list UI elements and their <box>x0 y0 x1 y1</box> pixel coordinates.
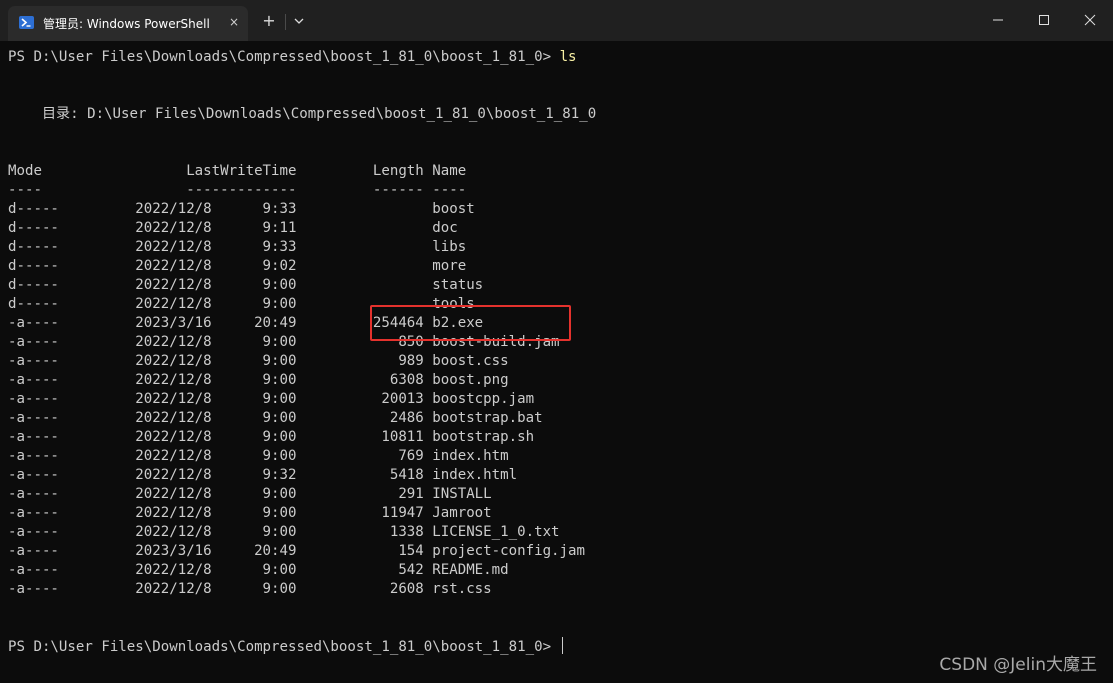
maximize-icon <box>1039 15 1049 25</box>
listing-row: d----- 2022/12/8 9:00 status <box>8 277 484 293</box>
listing-row: -a---- 2022/12/8 9:00 542 README.md <box>8 562 509 578</box>
prompt-line[interactable]: PS D:\User Files\Downloads\Compressed\bo… <box>8 637 563 656</box>
listing-row: -a---- 2022/12/8 9:00 989 boost.css <box>8 353 509 369</box>
listing-row: -a---- 2022/12/8 9:00 10811 bootstrap.sh <box>8 429 535 445</box>
close-icon <box>1084 14 1096 26</box>
listing-row: -a---- 2022/12/8 9:00 2608 rst.css <box>8 581 492 597</box>
listing-row: d----- 2022/12/8 9:11 doc <box>8 220 458 236</box>
maximize-button[interactable] <box>1021 0 1067 40</box>
listing-row: -a---- 2022/12/8 9:00 1338 LICENSE_1_0.t… <box>8 524 560 540</box>
listing-row: -a---- 2022/12/8 9:00 2486 bootstrap.bat <box>8 410 543 426</box>
plus-icon[interactable]: + <box>259 11 279 31</box>
listing-row: d----- 2022/12/8 9:02 more <box>8 258 467 274</box>
tab-divider <box>285 14 286 30</box>
listing-row: -a---- 2022/12/8 9:00 11947 Jamroot <box>8 505 492 521</box>
text-cursor <box>561 637 563 654</box>
listing-header-rule: ---- ------------- ------ ---- <box>8 182 467 198</box>
minimize-icon <box>993 19 1003 21</box>
chevron-down-icon[interactable] <box>290 12 308 30</box>
listing-row: -a---- 2022/12/8 9:00 769 index.htm <box>8 448 509 464</box>
prompt-text: PS D:\User Files\Downloads\Compressed\bo… <box>8 639 552 655</box>
listing-row: -a---- 2023/3/16 20:49 154 project-confi… <box>8 543 585 559</box>
terminal-output[interactable]: PS D:\User Files\Downloads\Compressed\bo… <box>0 41 1113 683</box>
command-text: ls <box>559 49 577 65</box>
watermark: CSDN @Jelin大魔王 <box>939 655 1097 675</box>
close-icon[interactable]: × <box>225 13 243 31</box>
prompt-line: PS D:\User Files\Downloads\Compressed\bo… <box>8 48 577 67</box>
listing-row: -a---- 2022/12/8 9:00 6308 boost.png <box>8 372 509 388</box>
listing-row: -a---- 2022/12/8 9:32 5418 index.html <box>8 467 518 483</box>
tab-powershell[interactable]: 管理员: Windows PowerShell × <box>8 6 248 41</box>
powershell-icon <box>19 16 34 29</box>
title-bar: 管理员: Windows PowerShell × + <box>0 0 1113 41</box>
listing-row: -a---- 2022/12/8 9:00 20013 boostcpp.jam <box>8 391 535 407</box>
minimize-button[interactable] <box>975 0 1021 40</box>
prompt-text: PS D:\User Files\Downloads\Compressed\bo… <box>8 49 552 65</box>
highlight-box <box>370 305 571 341</box>
listing-row: d----- 2022/12/8 9:33 libs <box>8 239 467 255</box>
terminal-window: 管理员: Windows PowerShell × + PS D:\User F… <box>0 0 1113 683</box>
listing-row: d----- 2022/12/8 9:33 boost <box>8 201 475 217</box>
listing-row: -a---- 2022/12/8 9:00 291 INSTALL <box>8 486 492 502</box>
close-window-button[interactable] <box>1067 0 1113 40</box>
listing-header: Mode LastWriteTime Length Name <box>8 163 467 179</box>
directory-line: 目录: D:\User Files\Downloads\Compressed\b… <box>8 106 597 122</box>
tab-title: 管理员: Windows PowerShell <box>43 17 210 31</box>
